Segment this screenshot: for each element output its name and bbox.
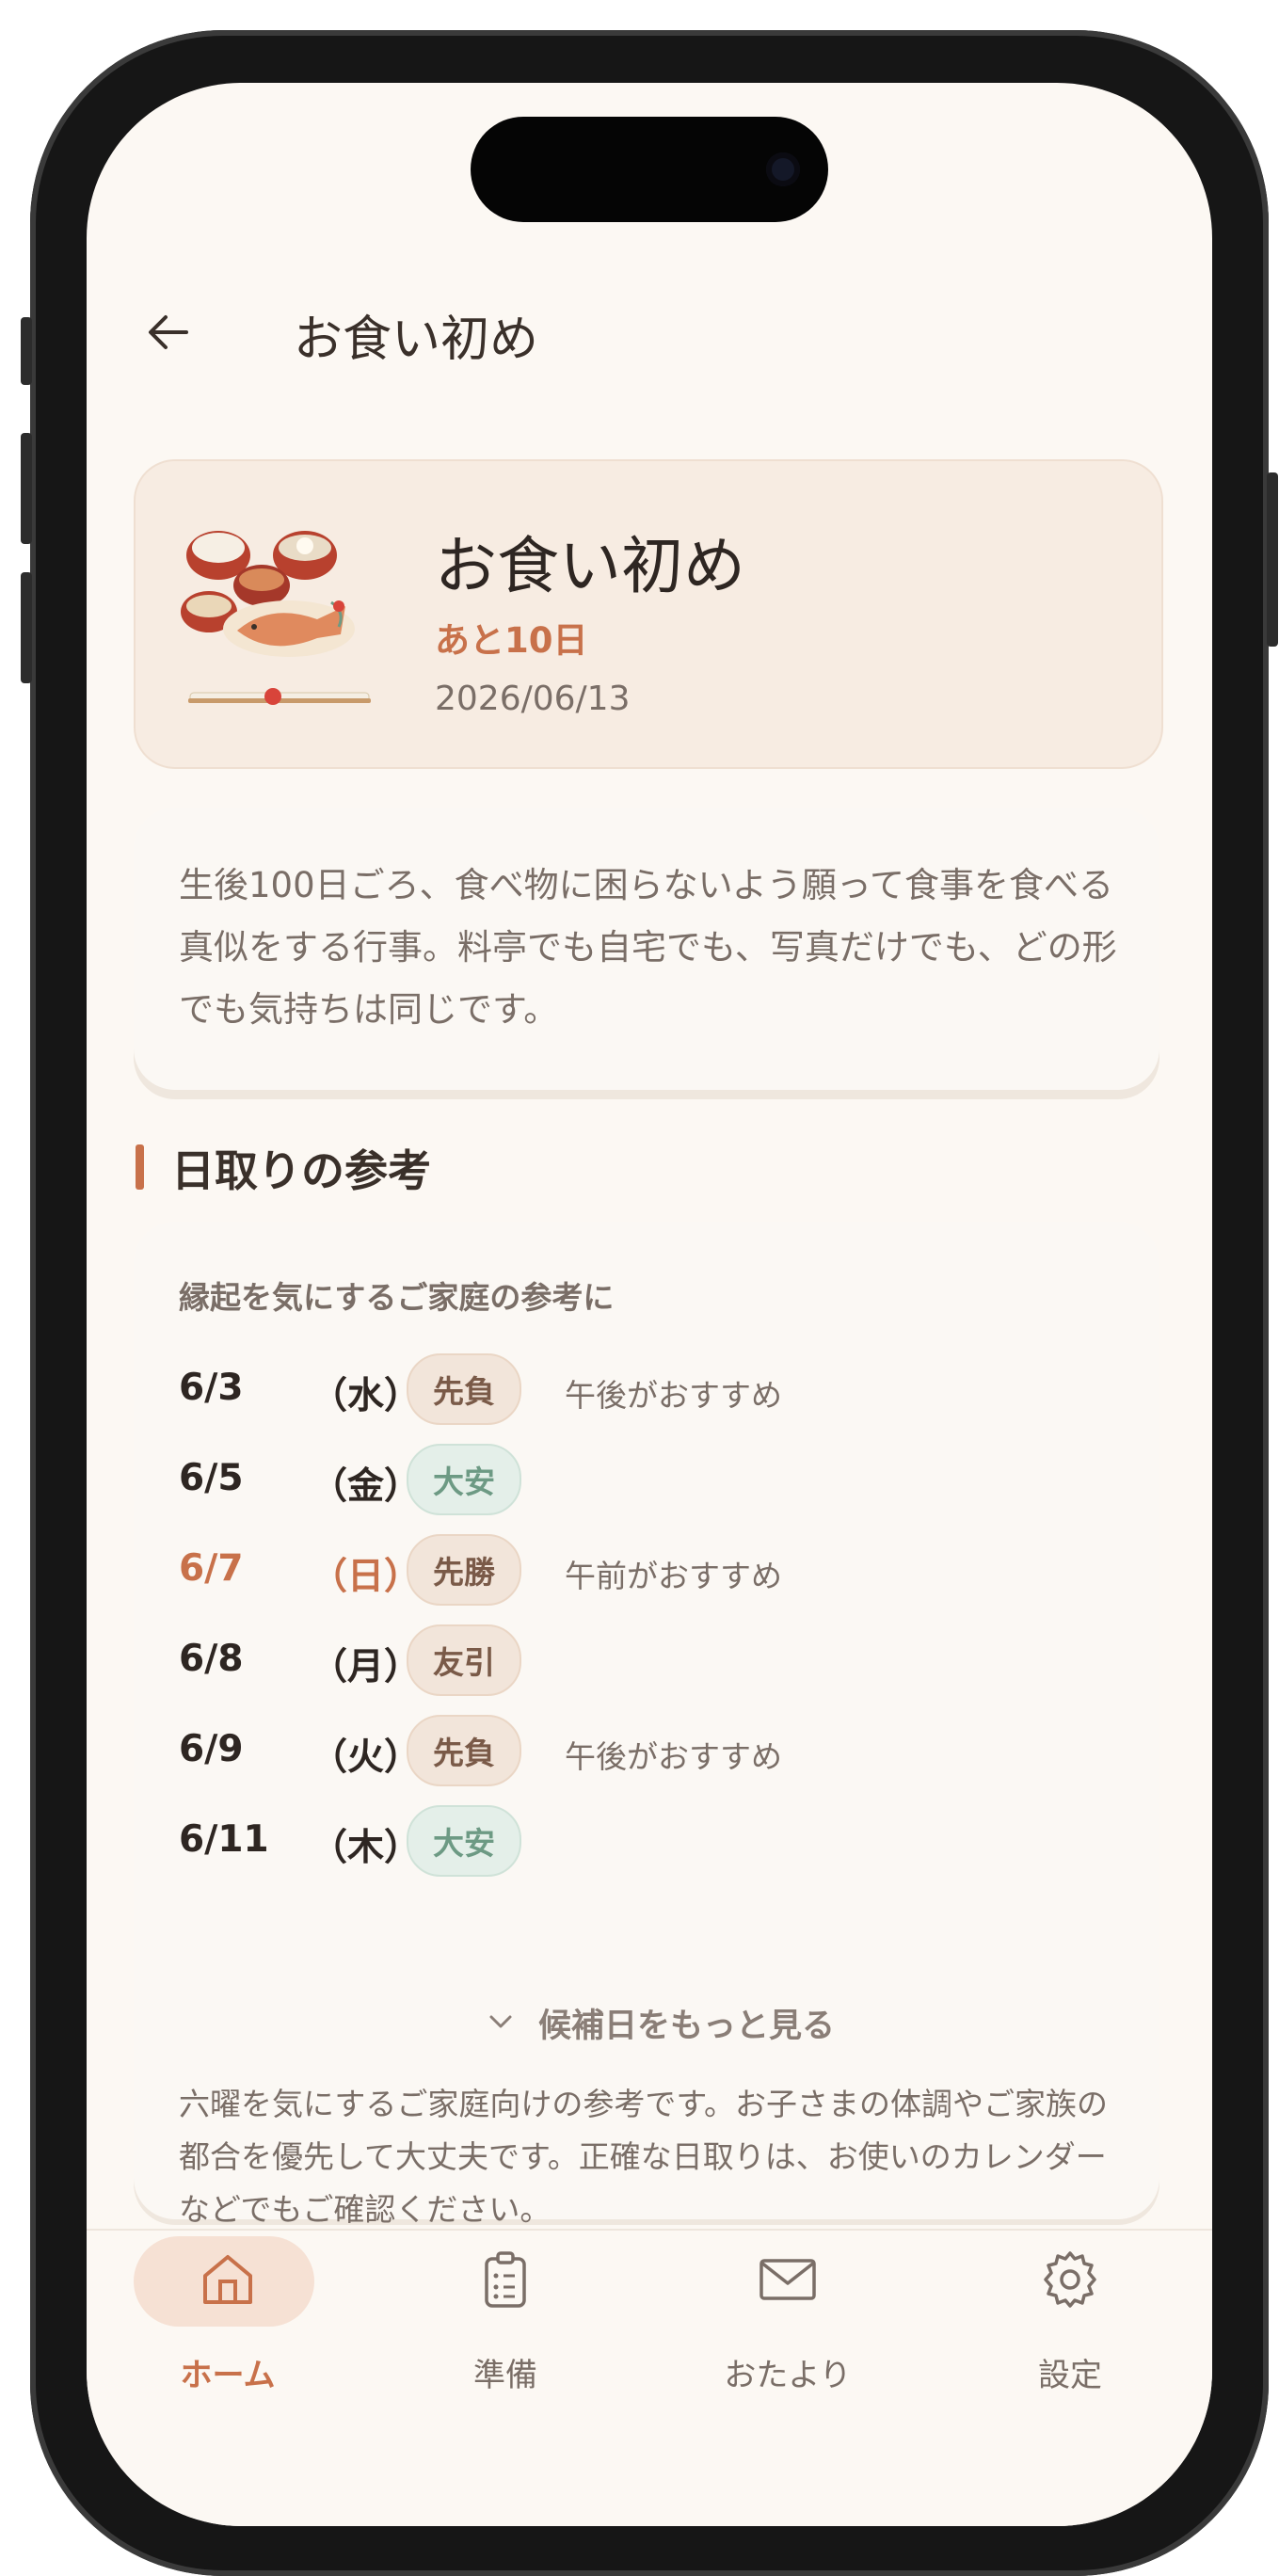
bottom-tab-bar: ホーム 準備 おたより 設定 <box>87 2229 1212 2526</box>
rokuyo-badge: 大安 <box>407 1444 521 1515</box>
section-title: 日取りの参考 <box>171 1145 431 1196</box>
tab-home[interactable]: ホーム <box>134 2236 322 2415</box>
tab-settings[interactable]: 設定 <box>976 2236 1164 2415</box>
recommend-note: 午後がおすすめ <box>565 1377 782 1414</box>
weekday-value: （水） <box>311 1375 422 1417</box>
show-more-button[interactable]: 候補日をもっと見る <box>134 1993 1159 2050</box>
tab-label: 準備 <box>473 2357 537 2394</box>
date-row[interactable]: 6/9 （火） 先負 午後がおすすめ <box>179 1715 1158 1790</box>
weekday-value: （木） <box>311 1827 422 1869</box>
date-row-highlighted[interactable]: 6/7 （日） 先勝 午前がおすすめ <box>179 1534 1158 1609</box>
recommend-note: 午前がおすすめ <box>565 1558 782 1594</box>
date-value: 6/8 <box>179 1638 244 1680</box>
tab-label: おたより <box>724 2357 852 2394</box>
event-title: お食い初め <box>435 530 745 602</box>
rokuyo-badge: 先負 <box>407 1353 521 1425</box>
description-card: 生後100日ごろ、食べ物に困らないよう願って食事を食べる真似をする行事。料亭でも… <box>134 808 1159 1090</box>
okuizome-meal-illustration <box>181 531 371 705</box>
page-title: お食い初め <box>294 312 539 368</box>
footnote-text: 六曜を気にするご家庭向けの参考です。お子さまの体調やご家族の都合を優先して大丈夫… <box>179 2086 1109 2228</box>
event-hero-card: お食い初め あと10日 2026/06/13 <box>134 459 1163 769</box>
chevron-down-icon <box>489 2015 512 2028</box>
back-arrow-icon[interactable] <box>141 304 198 360</box>
volume-up-button <box>21 433 32 544</box>
date-value: 6/5 <box>179 1457 244 1499</box>
home-icon <box>203 2255 252 2304</box>
app-screen: お食い初め お食い初め あと10日 2026/06/13 生後100日ごろ、食べ… <box>87 83 1212 2526</box>
recommend-note: 午後がおすすめ <box>565 1738 782 1775</box>
tab-preparation[interactable]: 準備 <box>411 2236 600 2415</box>
tab-letters[interactable]: おたより <box>694 2236 882 2415</box>
rokuyo-badge: 大安 <box>407 1805 521 1877</box>
weekday-value: （金） <box>311 1465 422 1508</box>
show-more-label: 候補日をもっと見る <box>538 2008 836 2045</box>
date-value: 6/11 <box>179 1818 269 1861</box>
rokuyo-badge: 友引 <box>407 1624 521 1696</box>
weekday-value: （火） <box>311 1736 422 1779</box>
description-text: 生後100日ごろ、食べ物に困らないよう願って食事を食べる真似をする行事。料亭でも… <box>179 865 1117 1030</box>
section-accent-bar <box>136 1144 144 1190</box>
countdown-text: あと10日 <box>435 620 588 661</box>
date-row[interactable]: 6/3 （水） 先負 午後がおすすめ <box>179 1353 1158 1429</box>
date-row[interactable]: 6/5 （金） 大安 <box>179 1444 1158 1519</box>
mail-icon <box>759 2259 816 2300</box>
event-date: 2026/06/13 <box>435 680 631 718</box>
rokuyo-badge: 先勝 <box>407 1534 521 1606</box>
date-value: 6/7 <box>179 1547 244 1590</box>
date-row[interactable]: 6/8 （月） 友引 <box>179 1624 1158 1700</box>
date-suggestion-card: 縁起を気にするご家庭の参考に 6/3 （水） 先負 午後がおすすめ 6/5 （金… <box>134 1222 1159 2228</box>
power-button <box>1267 472 1278 647</box>
camera-icon <box>766 152 800 186</box>
volume-down-button <box>21 572 32 683</box>
tab-label: ホーム <box>180 2357 276 2394</box>
card-subtitle: 縁起を気にするご家庭の参考に <box>179 1279 615 1316</box>
dynamic-island <box>471 117 828 222</box>
gear-icon <box>1044 2251 1096 2308</box>
tab-label: 設定 <box>1038 2357 1102 2394</box>
weekday-value: （月） <box>311 1646 422 1688</box>
action-button <box>21 317 32 385</box>
date-row[interactable]: 6/11 （木） 大安 <box>179 1805 1158 1880</box>
date-value: 6/3 <box>179 1367 244 1409</box>
weekday-value: （日） <box>311 1556 422 1598</box>
clipboard-icon <box>485 2251 526 2308</box>
date-value: 6/9 <box>179 1728 244 1770</box>
rokuyo-badge: 先負 <box>407 1715 521 1786</box>
